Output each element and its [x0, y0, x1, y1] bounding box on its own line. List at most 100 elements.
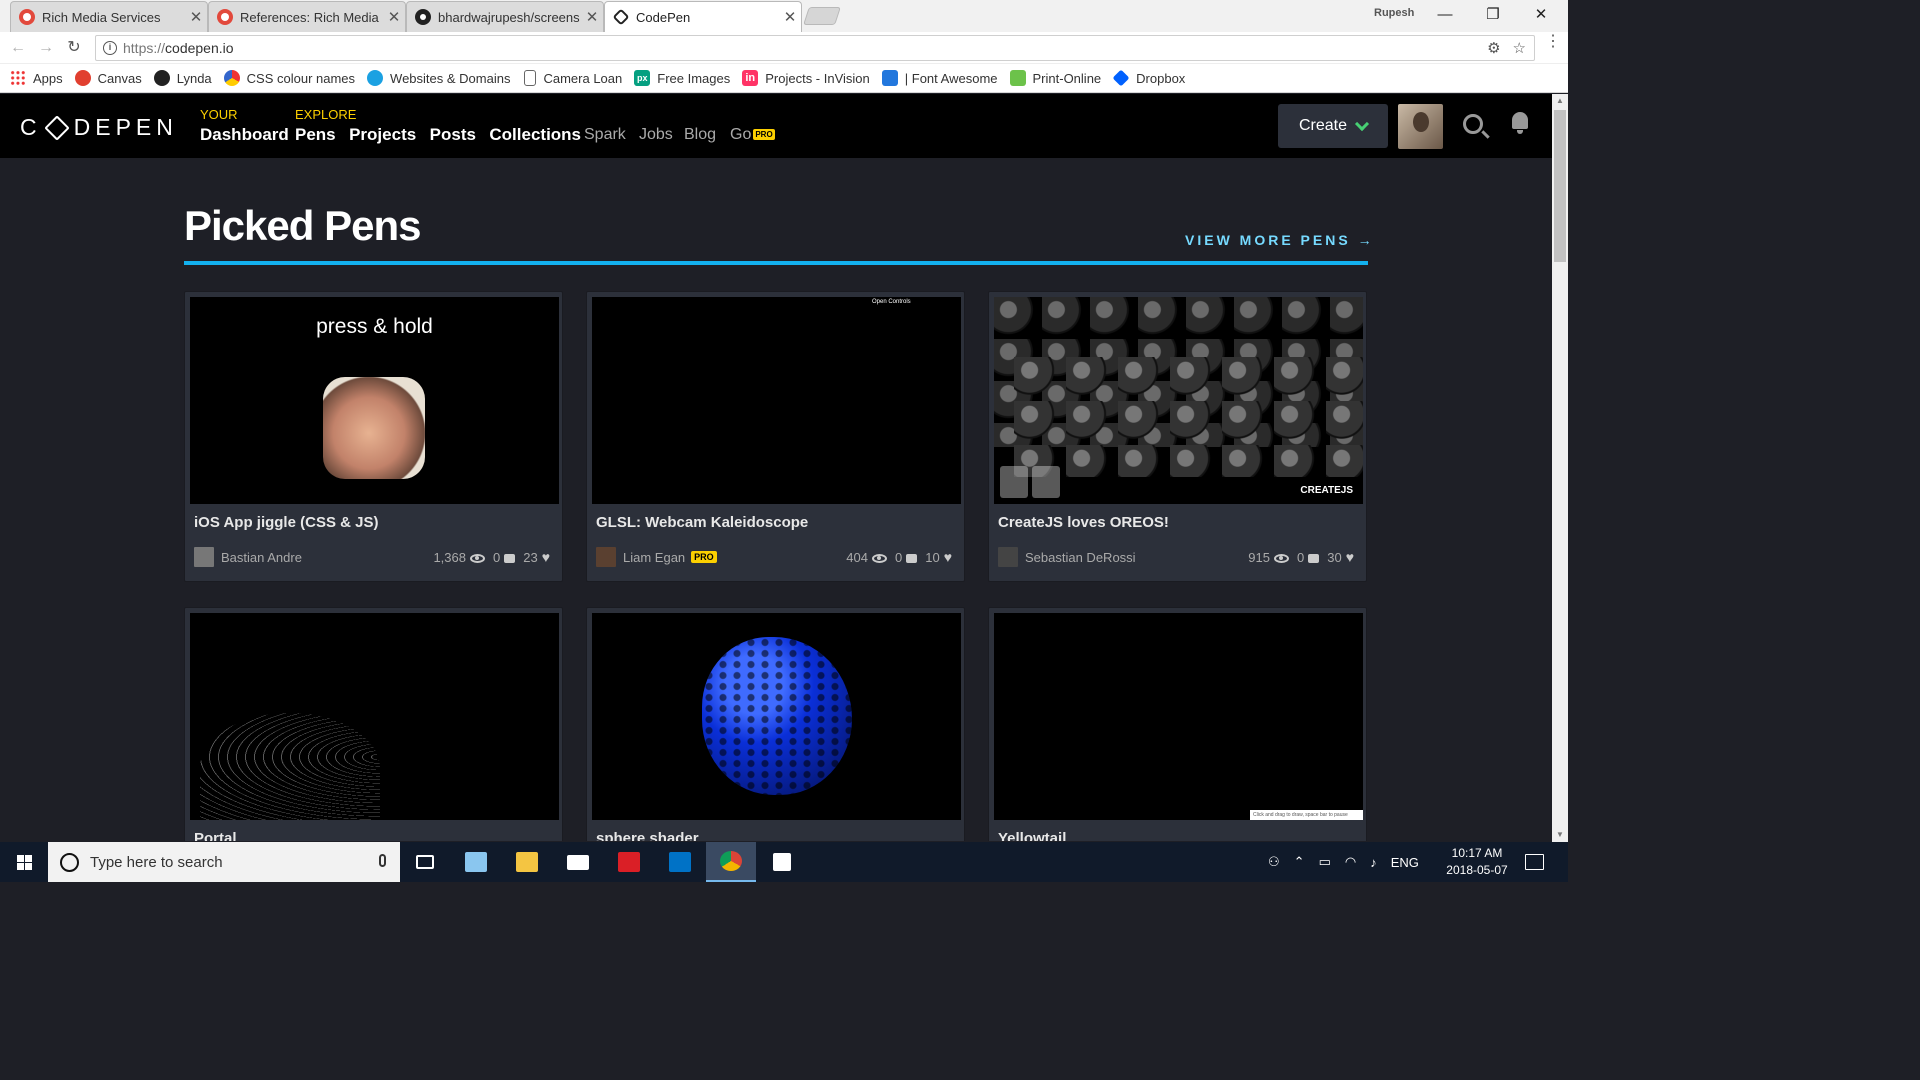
- pen-title[interactable]: sphere shader: [596, 830, 699, 841]
- creative-cloud-icon[interactable]: [604, 842, 654, 882]
- pen-title[interactable]: iOS App jiggle (CSS & JS): [194, 514, 378, 531]
- profile-name[interactable]: Rupesh: [1374, 7, 1414, 19]
- reload-icon[interactable]: ↻: [64, 38, 84, 58]
- sticky-notes-icon[interactable]: [757, 842, 807, 882]
- pen-card[interactable]: CREATEJS CreateJS loves OREOS! Sebastian…: [988, 291, 1367, 582]
- notification-center-icon[interactable]: [1525, 854, 1544, 870]
- nav-blog[interactable]: Blog: [684, 126, 716, 144]
- pen-card[interactable]: Click and drag to draw, space bar to pau…: [988, 607, 1367, 841]
- volume-icon[interactable]: ♪: [1370, 855, 1377, 870]
- close-window-button[interactable]: ✕: [1518, 3, 1564, 27]
- url-text[interactable]: https://codepen.io: [123, 40, 234, 56]
- bookmark-apps[interactable]: Apps: [10, 70, 63, 86]
- pen-author[interactable]: Sebastian DeRossi: [998, 547, 1136, 567]
- browser-tab-active[interactable]: CodePen ✕: [604, 1, 802, 32]
- nav-projects[interactable]: Projects: [349, 125, 416, 145]
- nav-go[interactable]: Go PRO: [730, 126, 775, 144]
- page-scrollbar[interactable]: ▲ ▼: [1552, 94, 1568, 842]
- menu-dots-icon[interactable]: ⋮: [1545, 34, 1561, 50]
- people-icon[interactable]: ⚇: [1268, 854, 1280, 870]
- scroll-down-arrow-icon[interactable]: ▼: [1552, 828, 1568, 842]
- bookmark-invision[interactable]: in Projects - InVision: [742, 70, 870, 86]
- address-bar[interactable]: i https://codepen.io ⚙ ☆: [95, 35, 1535, 61]
- pen-preview[interactable]: Click and drag to draw, space bar to pau…: [994, 613, 1363, 820]
- bell-icon[interactable]: [1510, 112, 1530, 134]
- browser-tab[interactable]: Rich Media Services ✕: [10, 1, 208, 32]
- nav-pens[interactable]: Pens: [295, 125, 336, 145]
- nav-spark[interactable]: Spark: [584, 126, 626, 144]
- bookmark-css-colours[interactable]: CSS colour names: [223, 70, 355, 86]
- info-icon[interactable]: i: [103, 41, 117, 55]
- task-view-icon[interactable]: [400, 842, 450, 882]
- network-drive-icon[interactable]: [451, 842, 501, 882]
- browser-tab[interactable]: References: Rich Media S ✕: [208, 1, 406, 32]
- likes-count[interactable]: 10 ♥: [925, 549, 952, 565]
- pen-card[interactable]: press & hold iOS App jiggle (CSS & JS) B…: [184, 291, 563, 582]
- nav-jobs[interactable]: Jobs: [639, 126, 673, 144]
- pen-title[interactable]: GLSL: Webcam Kaleidoscope: [596, 514, 808, 531]
- codepen-logo[interactable]: C DEPEN: [20, 114, 178, 141]
- pen-title[interactable]: Yellowtail: [998, 830, 1066, 841]
- nav-collections[interactable]: Collections: [489, 125, 581, 145]
- comments-count[interactable]: 0: [1297, 550, 1320, 565]
- chrome-icon[interactable]: [706, 842, 756, 882]
- app-icon-image[interactable]: [323, 377, 425, 479]
- outlook-icon[interactable]: [655, 842, 705, 882]
- bookmark-lynda[interactable]: Lynda: [153, 70, 212, 86]
- pen-card[interactable]: sphere shader: [586, 607, 965, 841]
- pen-card[interactable]: Portal: [184, 607, 563, 841]
- pen-preview[interactable]: [592, 613, 961, 820]
- follow-button[interactable]: [1000, 466, 1028, 498]
- new-tab-button[interactable]: [803, 7, 841, 25]
- pen-preview[interactable]: press & hold: [190, 297, 559, 504]
- likes-count[interactable]: 30 ♥: [1327, 549, 1354, 565]
- wifi-icon[interactable]: ◠: [1345, 854, 1356, 870]
- windows-start-icon[interactable]: [0, 842, 48, 882]
- close-tab-icon[interactable]: ✕: [581, 8, 603, 26]
- bookmark-websites[interactable]: Websites & Domains: [367, 70, 510, 86]
- nav-posts[interactable]: Posts: [430, 125, 476, 145]
- microphone-icon[interactable]: [379, 854, 386, 867]
- taskbar-search-input[interactable]: Type here to search: [48, 842, 400, 882]
- bookmark-star-icon[interactable]: ☆: [1513, 39, 1526, 57]
- pen-title[interactable]: Portal: [194, 830, 237, 841]
- comments-count[interactable]: 0: [895, 550, 918, 565]
- view-more-pens-link[interactable]: VIEW MORE PENS →: [1185, 232, 1375, 248]
- pen-title[interactable]: CreateJS loves OREOS!: [998, 514, 1169, 531]
- pen-author[interactable]: Liam Egan PRO: [596, 547, 717, 567]
- pen-card[interactable]: Open Controls GLSL: Webcam Kaleidoscope …: [586, 291, 965, 582]
- translate-icon[interactable]: ⚙: [1487, 39, 1500, 57]
- pen-preview[interactable]: CREATEJS: [994, 297, 1363, 504]
- close-tab-icon[interactable]: ✕: [185, 8, 207, 26]
- close-tab-icon[interactable]: ✕: [383, 8, 405, 26]
- bookmark-canvas[interactable]: Canvas: [74, 70, 142, 86]
- taskbar-clock[interactable]: 10:17 AM 2018-05-07: [1440, 845, 1514, 879]
- chevron-up-icon[interactable]: ⌃: [1294, 854, 1305, 870]
- open-controls-label[interactable]: Open Controls: [872, 299, 911, 305]
- bookmark-free-images[interactable]: px Free Images: [634, 70, 730, 86]
- forward-arrow-icon[interactable]: →: [36, 38, 56, 58]
- search-icon[interactable]: [1463, 114, 1483, 134]
- mail-icon[interactable]: [553, 842, 603, 882]
- file-explorer-icon[interactable]: [502, 842, 552, 882]
- minimize-button[interactable]: —: [1422, 3, 1468, 27]
- hold-button[interactable]: [1032, 466, 1060, 498]
- nav-dashboard[interactable]: Dashboard: [200, 125, 289, 145]
- language-indicator[interactable]: ENG: [1391, 855, 1419, 870]
- restore-button[interactable]: ❐: [1470, 3, 1516, 27]
- bookmark-camera-loan[interactable]: Camera Loan: [522, 70, 622, 86]
- pen-preview[interactable]: [190, 613, 559, 820]
- pen-preview[interactable]: Open Controls: [592, 297, 961, 504]
- scroll-up-arrow-icon[interactable]: ▲: [1552, 94, 1568, 108]
- scroll-thumb[interactable]: [1554, 110, 1566, 262]
- pen-author[interactable]: Bastian Andre: [194, 547, 302, 567]
- close-tab-icon[interactable]: ✕: [779, 8, 801, 26]
- bookmark-font-awesome[interactable]: | Font Awesome: [881, 70, 998, 86]
- browser-tab[interactable]: bhardwajrupesh/screens ✕: [406, 1, 604, 32]
- bookmark-dropbox[interactable]: Dropbox: [1112, 69, 1185, 87]
- bookmark-print-online[interactable]: Print-Online: [1009, 70, 1101, 86]
- user-avatar[interactable]: [1398, 104, 1443, 149]
- likes-count[interactable]: 23 ♥: [523, 549, 550, 565]
- back-arrow-icon[interactable]: ←: [8, 38, 28, 58]
- comments-count[interactable]: 0: [493, 550, 516, 565]
